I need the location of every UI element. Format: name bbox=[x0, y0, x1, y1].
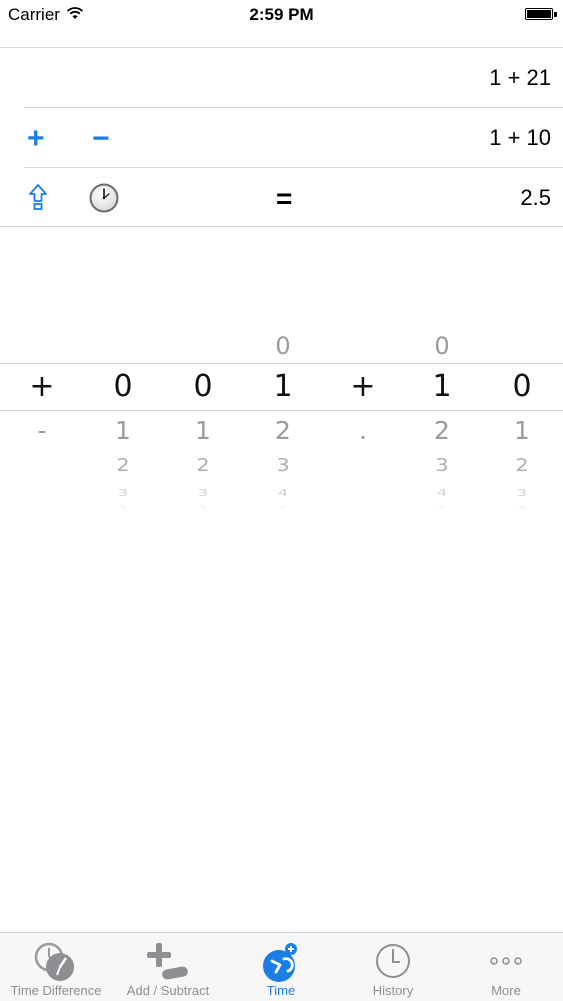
picker-column-digit-3[interactable]: 0 1 2 3 4 5 bbox=[253, 325, 313, 510]
tab-more[interactable]: More bbox=[450, 933, 562, 1001]
picker-selected-value: 0 bbox=[193, 369, 213, 404]
battery-icon bbox=[525, 8, 557, 20]
status-time: 2:59 PM bbox=[249, 5, 314, 24]
divider bbox=[24, 167, 563, 168]
picker-selected-value: + bbox=[350, 369, 376, 404]
picker-column-digit-1[interactable]: 0 1 2 3 4 bbox=[93, 325, 153, 510]
history-clock-icon bbox=[376, 944, 410, 978]
expression-line-2: 1 + 10 bbox=[489, 125, 551, 150]
picker-selected-value: 1 bbox=[273, 369, 293, 404]
shift-up-arrow-icon[interactable] bbox=[28, 183, 48, 211]
divider bbox=[0, 47, 563, 48]
equals-button[interactable]: = bbox=[276, 183, 292, 215]
expression-line-1: 1 + 21 bbox=[489, 65, 551, 90]
tab-bar: Time Difference Add / Subtract Time Hist… bbox=[0, 932, 563, 1001]
result-value: 2.5 bbox=[520, 185, 551, 210]
tab-history[interactable]: History bbox=[337, 933, 449, 1001]
picker-column-digit-2[interactable]: 0 1 2 3 4 bbox=[173, 325, 233, 510]
picker-selected-value: 1 bbox=[432, 369, 452, 404]
minus-button[interactable]: − bbox=[92, 122, 110, 156]
picker-column-digit-5[interactable]: 0 1 2 3 4 bbox=[492, 325, 552, 510]
tab-time-difference[interactable]: Time Difference bbox=[0, 933, 112, 1001]
more-dots-icon bbox=[490, 957, 522, 965]
time-difference-icon bbox=[34, 942, 74, 981]
tab-add-subtract[interactable]: Add / Subtract bbox=[112, 933, 224, 1001]
divider bbox=[24, 107, 563, 108]
picker-column-digit-4[interactable]: 0 1 2 3 4 5 bbox=[412, 325, 472, 510]
plus-button[interactable]: + bbox=[27, 122, 45, 156]
time-icon bbox=[263, 943, 297, 982]
add-subtract-icon bbox=[147, 943, 188, 980]
picker-selected-value: 0 bbox=[512, 369, 532, 404]
number-picker[interactable]: + - 0 1 2 3 4 0 1 2 3 4 0 1 2 3 4 5 + . … bbox=[0, 325, 563, 510]
clock-icon[interactable] bbox=[88, 182, 120, 214]
picker-selected-value: + bbox=[29, 369, 55, 404]
picker-column-sign-1[interactable]: + - bbox=[12, 325, 72, 510]
picker-selected-value: 0 bbox=[113, 369, 133, 404]
divider bbox=[0, 226, 563, 227]
picker-column-sign-2[interactable]: + . bbox=[333, 325, 393, 510]
tab-time[interactable]: Time bbox=[225, 933, 337, 1001]
status-bar: Carrier 2:59 PM bbox=[0, 0, 563, 30]
